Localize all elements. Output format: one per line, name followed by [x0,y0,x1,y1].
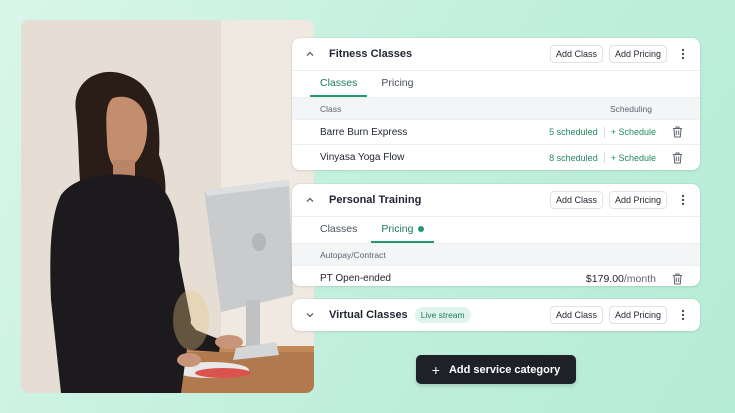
pricing-name: PT Open-ended [320,273,391,284]
table-header: Autopay/Contract [292,244,700,266]
chevron-up-icon[interactable] [302,46,318,62]
price-unit: /month [623,272,656,285]
category-header: Virtual Classes Live stream Add Class Ad… [292,299,700,331]
category-header: Personal Training Add Class Add Pricing [292,184,700,217]
table-row: Vinyasa Yoga Flow 8 scheduled + Schedule [292,145,700,170]
add-pricing-button[interactable]: Add Pricing [608,191,667,209]
table-header: Class Scheduling [292,98,700,120]
category-tabs: Classes Pricing [292,217,700,244]
add-service-category-label: Add service category [448,363,561,376]
trash-icon[interactable] [670,125,684,139]
category-card-fitness-classes: Fitness Classes Add Class Add Pricing Cl… [292,38,700,170]
tab-pricing[interactable]: Pricing [371,223,435,243]
column-header-autopay: Autopay/Contract [320,249,386,260]
class-name: Barre Burn Express [320,126,408,138]
chevron-up-icon[interactable] [302,192,318,208]
scheduled-count[interactable]: 8 scheduled [549,153,598,163]
price-value: $179.00/month [586,273,656,285]
live-stream-badge: Live stream [414,307,471,323]
category-title: Virtual Classes [329,309,408,321]
status-dot-icon [418,226,425,232]
more-options-icon[interactable] [676,307,690,323]
tab-classes[interactable]: Classes [310,223,367,243]
add-class-button[interactable]: Add Class [549,191,603,209]
add-class-button[interactable]: Add Class [549,45,603,63]
add-service-category-button[interactable]: + Add service category [416,355,576,384]
add-class-button[interactable]: Add Class [549,306,603,324]
class-name: Vinyasa Yoga Flow [320,152,405,163]
tab-pricing-label: Pricing [381,223,414,235]
category-header: Fitness Classes Add Class Add Pricing [292,38,700,71]
divider [603,152,605,163]
category-card-personal-training: Personal Training Add Class Add Pricing … [292,184,700,286]
trash-icon[interactable] [670,272,684,286]
category-title: Personal Training [329,194,422,206]
more-options-icon[interactable] [676,192,690,208]
plus-icon: + [431,361,440,378]
tab-classes[interactable]: Classes [310,77,368,97]
schedule-link[interactable]: + Schedule [611,153,656,163]
scheduled-count[interactable]: 5 scheduled [549,127,598,137]
woman-at-computer-photo [21,20,314,393]
category-card-virtual-classes: Virtual Classes Live stream Add Class Ad… [292,299,700,331]
schedule-link[interactable]: + Schedule [611,127,656,137]
table-row: PT Open-ended $179.00/month [292,266,700,286]
column-header-scheduling: Scheduling [609,103,652,114]
tab-pricing[interactable]: Pricing [371,77,423,97]
table-row: Barre Burn Express 5 scheduled + Schedul… [292,120,700,145]
category-title: Fitness Classes [329,48,413,60]
category-tabs: Classes Pricing [292,71,700,98]
column-header-class: Class [320,103,342,114]
add-pricing-button[interactable]: Add Pricing [608,45,667,63]
more-options-icon[interactable] [676,46,690,62]
chevron-down-icon[interactable] [302,307,318,323]
price-amount: $179.00 [585,272,624,285]
add-pricing-button[interactable]: Add Pricing [608,306,667,324]
divider [603,126,605,138]
trash-icon[interactable] [670,151,684,165]
